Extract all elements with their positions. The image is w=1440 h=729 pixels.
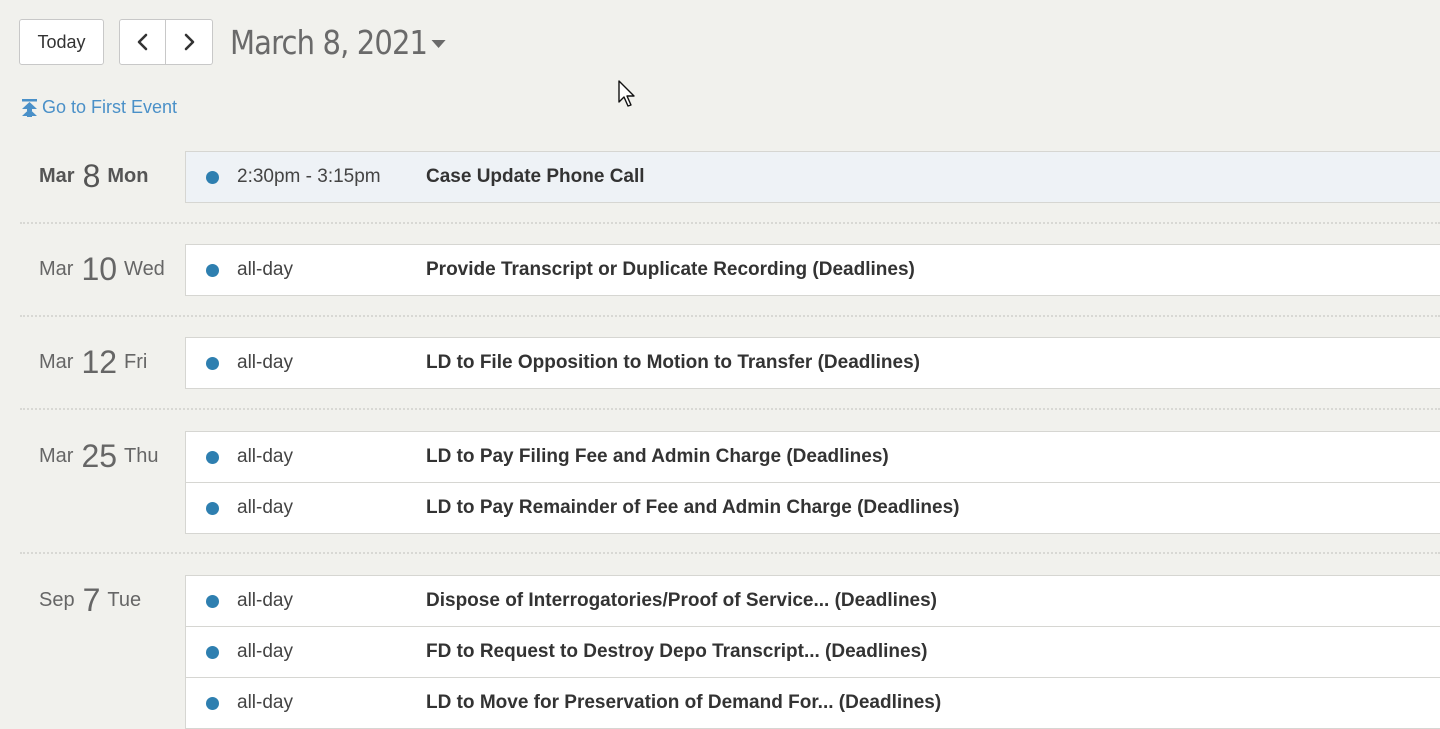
day-number: 10 xyxy=(81,250,118,287)
event-time: all-day xyxy=(237,259,293,280)
event-title: Provide Transcript or Duplicate Recordin… xyxy=(426,259,915,280)
event-dot-icon xyxy=(206,501,219,515)
day-event-list: all-day LD to Pay Filing Fee and Admin C… xyxy=(185,431,1440,534)
event-dot-icon xyxy=(206,696,219,710)
event-dot-icon xyxy=(206,170,219,184)
event-dot-icon xyxy=(206,450,219,464)
day-event-list: all-day LD to File Opposition to Motion … xyxy=(185,337,1440,389)
event-time: all-day xyxy=(237,446,293,467)
previous-button[interactable] xyxy=(119,19,166,65)
day-divider xyxy=(20,222,1440,224)
event-row[interactable]: all-day LD to File Opposition to Motion … xyxy=(186,338,1440,388)
event-dot-icon xyxy=(206,263,219,277)
event-dot-icon xyxy=(206,356,219,370)
current-date-label: March 8, 2021 xyxy=(230,22,428,62)
event-row[interactable]: all-day Dispose of Interrogatories/Proof… xyxy=(186,576,1440,627)
go-to-first-event-link[interactable]: Go to First Event xyxy=(21,97,177,118)
event-title: LD to Pay Remainder of Fee and Admin Cha… xyxy=(426,497,960,518)
event-time: all-day xyxy=(237,352,293,373)
chevron-right-icon xyxy=(184,33,195,51)
event-dot-icon xyxy=(206,594,219,608)
day-number: 12 xyxy=(81,343,118,380)
event-time: all-day xyxy=(237,497,293,518)
day-label: Mar 12 Fri xyxy=(20,337,180,387)
day-number: 25 xyxy=(81,437,118,474)
event-row[interactable]: all-day LD to Pay Remainder of Fee and A… xyxy=(186,483,1440,533)
day-number: 7 xyxy=(82,581,101,618)
event-title: LD to Move for Preservation of Demand Fo… xyxy=(426,692,942,713)
day-event-list: all-day Provide Transcript or Duplicate … xyxy=(185,244,1440,296)
jump-to-top-icon xyxy=(22,98,37,117)
event-title: FD to Request to Destroy Depo Transcript… xyxy=(426,641,928,662)
day-month: Mar xyxy=(39,444,74,467)
next-button[interactable] xyxy=(166,19,213,65)
current-date-dropdown[interactable]: March 8, 2021 xyxy=(230,23,446,62)
event-row[interactable]: 2:30pm - 3:15pm Case Update Phone Call xyxy=(186,152,1440,202)
event-dot-icon xyxy=(206,645,219,659)
day-number: 8 xyxy=(82,157,101,194)
day-event-list: all-day Dispose of Interrogatories/Proof… xyxy=(185,575,1440,729)
day-weekday: Mon xyxy=(107,164,149,187)
chevron-left-icon xyxy=(137,33,147,51)
day-divider xyxy=(20,552,1440,554)
go-to-first-event-label: Go to First Event xyxy=(42,97,178,117)
event-time: all-day xyxy=(237,590,293,611)
day-label: Mar 10 Wed xyxy=(20,244,180,294)
day-month: Mar xyxy=(39,350,74,373)
event-title: Dispose of Interrogatories/Proof of Serv… xyxy=(426,590,938,611)
mouse-cursor-icon xyxy=(618,80,635,107)
day-label: Mar 8 Mon xyxy=(20,151,180,201)
caret-down-icon xyxy=(431,40,446,48)
today-button[interactable]: Today xyxy=(19,19,104,65)
day-label: Sep 7 Tue xyxy=(20,575,180,625)
day-weekday: Thu xyxy=(124,444,159,467)
day-month: Sep xyxy=(39,588,75,611)
event-row[interactable]: all-day Provide Transcript or Duplicate … xyxy=(186,245,1440,295)
day-event-list: 2:30pm - 3:15pm Case Update Phone Call xyxy=(185,151,1440,203)
event-row[interactable]: all-day LD to Move for Preservation of D… xyxy=(186,678,1440,728)
event-time: 2:30pm - 3:15pm xyxy=(237,166,381,187)
day-divider xyxy=(20,315,1440,317)
day-weekday: Fri xyxy=(124,350,148,373)
event-time: all-day xyxy=(237,692,293,713)
day-month: Mar xyxy=(39,257,74,280)
event-row[interactable]: all-day FD to Request to Destroy Depo Tr… xyxy=(186,627,1440,678)
event-title: LD to Pay Filing Fee and Admin Charge (D… xyxy=(426,446,889,467)
event-row[interactable]: all-day LD to Pay Filing Fee and Admin C… xyxy=(186,432,1440,483)
day-weekday: Wed xyxy=(124,257,165,280)
event-title: Case Update Phone Call xyxy=(426,166,645,187)
date-nav-group xyxy=(119,19,213,65)
day-month: Mar xyxy=(39,164,75,187)
event-title: LD to File Opposition to Motion to Trans… xyxy=(426,352,920,373)
event-time: all-day xyxy=(237,641,293,662)
day-label: Mar 25 Thu xyxy=(20,431,180,481)
day-weekday: Tue xyxy=(107,588,142,611)
day-divider xyxy=(20,408,1440,410)
calendar-toolbar: Today March 8, 2021 xyxy=(19,19,475,65)
